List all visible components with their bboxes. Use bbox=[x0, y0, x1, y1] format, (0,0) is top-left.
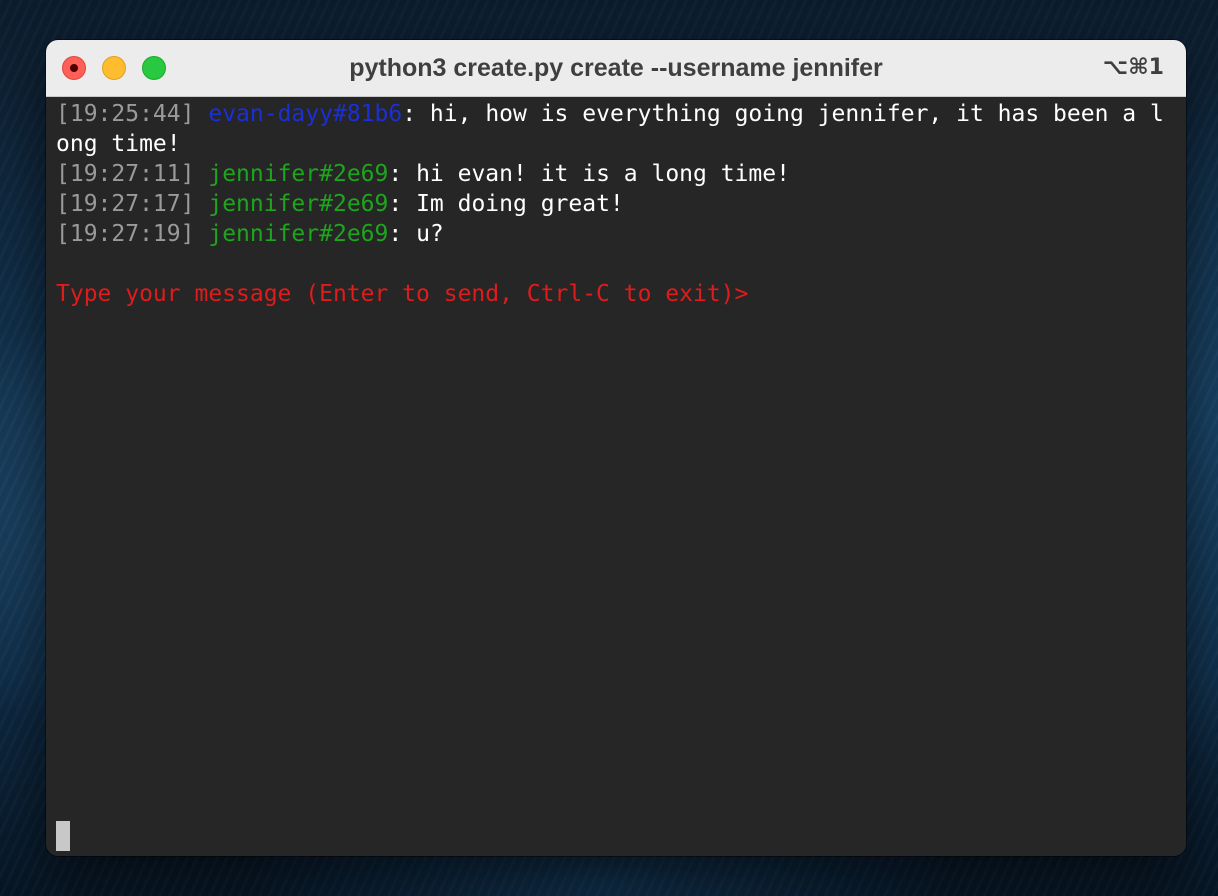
text-cursor-icon bbox=[56, 821, 70, 851]
message-text: hi evan! it is a long time! bbox=[402, 161, 790, 187]
title-bar[interactable]: python3 create.py create --username jenn… bbox=[46, 40, 1186, 97]
window-shortcut: ⌥⌘1 bbox=[1102, 55, 1164, 80]
terminal-window: python3 create.py create --username jenn… bbox=[46, 40, 1186, 856]
message-timestamp: [19:27:17] bbox=[56, 191, 195, 217]
message-username: jennifer#2e69 bbox=[208, 161, 389, 187]
message-timestamp: [19:25:44] bbox=[56, 101, 195, 127]
message-separator: : bbox=[388, 161, 403, 187]
chat-message: [19:27:19] jennifer#2e69: u? bbox=[56, 219, 1176, 249]
chat-message: [19:27:17] jennifer#2e69: Im doing great… bbox=[56, 189, 1176, 219]
message-text: Im doing great! bbox=[402, 191, 624, 217]
message-timestamp: [19:27:19] bbox=[56, 221, 195, 247]
message-username: evan-dayy#81b6 bbox=[208, 101, 403, 127]
message-text: u? bbox=[402, 221, 444, 247]
window-title: python3 create.py create --username jenn… bbox=[349, 54, 883, 82]
message-timestamp: [19:27:11] bbox=[56, 161, 195, 187]
message-prompt[interactable]: Type your message (Enter to send, Ctrl-C… bbox=[56, 279, 1176, 309]
message-separator: : bbox=[402, 101, 417, 127]
message-separator: : bbox=[388, 221, 403, 247]
message-username: jennifer#2e69 bbox=[208, 191, 389, 217]
terminal-output[interactable]: [19:25:44] evan-dayy#81b6: hi, how is ev… bbox=[46, 97, 1186, 855]
message-username: jennifer#2e69 bbox=[208, 221, 389, 247]
message-separator: : bbox=[388, 191, 403, 217]
chat-message: [19:27:11] jennifer#2e69: hi evan! it is… bbox=[56, 159, 1176, 189]
chat-message: [19:25:44] evan-dayy#81b6: hi, how is ev… bbox=[56, 99, 1176, 159]
